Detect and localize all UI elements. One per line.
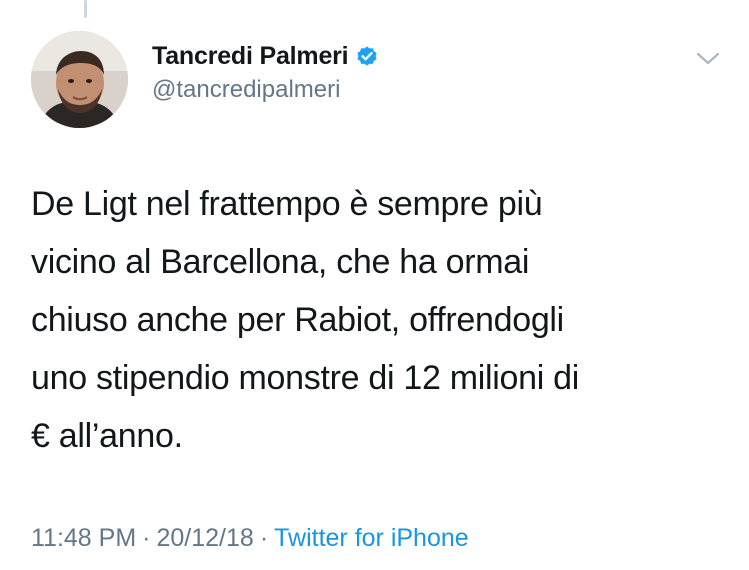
meta-separator: · — [142, 524, 151, 552]
tweet-source-link[interactable]: Twitter for iPhone — [274, 524, 469, 552]
meta-separator: · — [259, 524, 269, 552]
verified-badge-icon — [355, 44, 379, 68]
name-row: Tancredi Palmeri — [152, 40, 379, 72]
tweet-menu-button[interactable] — [693, 46, 723, 70]
tweet-text: De Ligt nel frattempo è sempre più vicin… — [31, 185, 580, 455]
tweet-header: Tancredi Palmeri @tancredipalmeri — [152, 40, 379, 104]
chevron-down-icon — [696, 52, 720, 65]
tweet-date[interactable]: 20/12/18 — [156, 524, 253, 552]
display-name[interactable]: Tancredi Palmeri — [152, 42, 349, 71]
username-handle[interactable]: @tancredipalmeri — [152, 76, 379, 104]
tweet-metadata: 11:48 PM · 20/12/18 · Twitter for iPhone — [31, 524, 469, 553]
tweet-time[interactable]: 11:48 PM — [31, 524, 136, 552]
thread-connector-line — [84, 0, 87, 18]
avatar-photo — [31, 31, 128, 128]
avatar[interactable] — [31, 31, 128, 128]
